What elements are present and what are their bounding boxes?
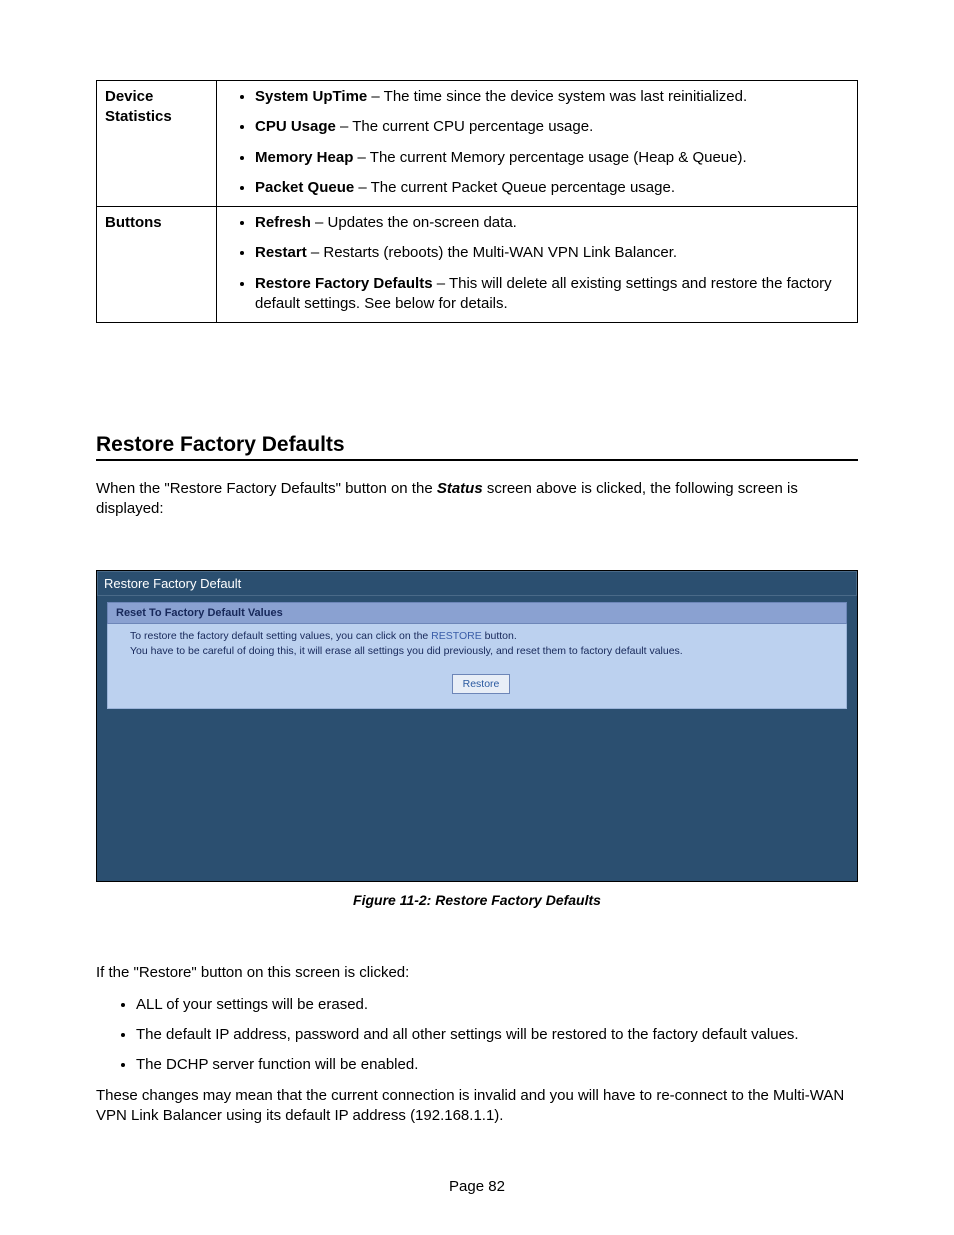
definitions-table: Device Statistics System UpTime – The ti… bbox=[96, 80, 858, 323]
term: Restore Factory Defaults bbox=[255, 275, 433, 292]
list-item: ALL of your settings will be erased. bbox=[136, 995, 858, 1015]
screenshot-title-bar: Restore Factory Default bbox=[97, 571, 857, 596]
list-item: Refresh – Updates the on-screen data. bbox=[255, 213, 845, 233]
text: button. bbox=[482, 630, 517, 642]
text: When the "Restore Factory Defaults" butt… bbox=[96, 480, 437, 497]
list-item: CPU Usage – The current CPU percentage u… bbox=[255, 117, 845, 137]
body-paragraph: These changes may mean that the current … bbox=[96, 1086, 858, 1127]
row-label-device-statistics: Device Statistics bbox=[97, 81, 217, 207]
document-page: Device Statistics System UpTime – The ti… bbox=[0, 0, 954, 1235]
desc: – The current Packet Queue percentage us… bbox=[354, 179, 675, 196]
term: CPU Usage bbox=[255, 118, 336, 135]
list-item: The DCHP server function will be enabled… bbox=[136, 1055, 858, 1075]
term: Packet Queue bbox=[255, 179, 354, 196]
desc: – The current Memory percentage usage (H… bbox=[353, 149, 746, 166]
desc: – Restarts (reboots) the Multi-WAN VPN L… bbox=[307, 244, 677, 261]
list-item: System UpTime – The time since the devic… bbox=[255, 87, 845, 107]
panel-text-line: To restore the factory default setting v… bbox=[130, 630, 832, 642]
screenshot-panel: Reset To Factory Default Values To resto… bbox=[107, 602, 847, 709]
row-content: Refresh – Updates the on-screen data. Re… bbox=[217, 207, 858, 323]
emphasis: Status bbox=[437, 480, 483, 497]
desc: – The current CPU percentage usage. bbox=[336, 118, 593, 135]
label-text: Device bbox=[105, 88, 153, 105]
row-content: System UpTime – The time since the devic… bbox=[217, 81, 858, 207]
list-item: Restore Factory Defaults – This will del… bbox=[255, 274, 845, 315]
section-heading: Restore Factory Defaults bbox=[96, 433, 858, 461]
button-wrapper: Restore bbox=[130, 660, 832, 694]
table-row: Buttons Refresh – Updates the on-screen … bbox=[97, 207, 858, 323]
body-bullet-list: ALL of your settings will be erased. The… bbox=[96, 995, 858, 1076]
page-number: Page 82 bbox=[0, 1178, 954, 1195]
term: Restart bbox=[255, 244, 307, 261]
text: To restore the factory default setting v… bbox=[130, 630, 431, 642]
embedded-screenshot: Restore Factory Default Reset To Factory… bbox=[96, 570, 858, 882]
list-item: Restart – Restarts (reboots) the Multi-W… bbox=[255, 243, 845, 263]
row-label-buttons: Buttons bbox=[97, 207, 217, 323]
restore-button[interactable]: Restore bbox=[452, 674, 511, 694]
figure-caption: Figure 11-2: Restore Factory Defaults bbox=[96, 892, 858, 908]
term: Memory Heap bbox=[255, 149, 353, 166]
intro-paragraph: When the "Restore Factory Defaults" butt… bbox=[96, 479, 858, 520]
list-item: Packet Queue – The current Packet Queue … bbox=[255, 178, 845, 198]
panel-heading: Reset To Factory Default Values bbox=[107, 602, 847, 624]
panel-text-line: You have to be careful of doing this, it… bbox=[130, 645, 832, 657]
body-paragraph: If the "Restore" button on this screen i… bbox=[96, 963, 858, 983]
definition-list: System UpTime – The time since the devic… bbox=[225, 87, 849, 198]
panel-body: To restore the factory default setting v… bbox=[107, 624, 847, 709]
restore-link-text: RESTORE bbox=[431, 630, 482, 642]
term: Refresh bbox=[255, 214, 311, 231]
list-item: The default IP address, password and all… bbox=[136, 1025, 858, 1045]
list-item: Memory Heap – The current Memory percent… bbox=[255, 148, 845, 168]
definition-list: Refresh – Updates the on-screen data. Re… bbox=[225, 213, 849, 314]
label-text: Statistics bbox=[105, 108, 172, 125]
table-row: Device Statistics System UpTime – The ti… bbox=[97, 81, 858, 207]
term: System UpTime bbox=[255, 88, 367, 105]
desc: – The time since the device system was l… bbox=[367, 88, 747, 105]
desc: – Updates the on-screen data. bbox=[311, 214, 517, 231]
